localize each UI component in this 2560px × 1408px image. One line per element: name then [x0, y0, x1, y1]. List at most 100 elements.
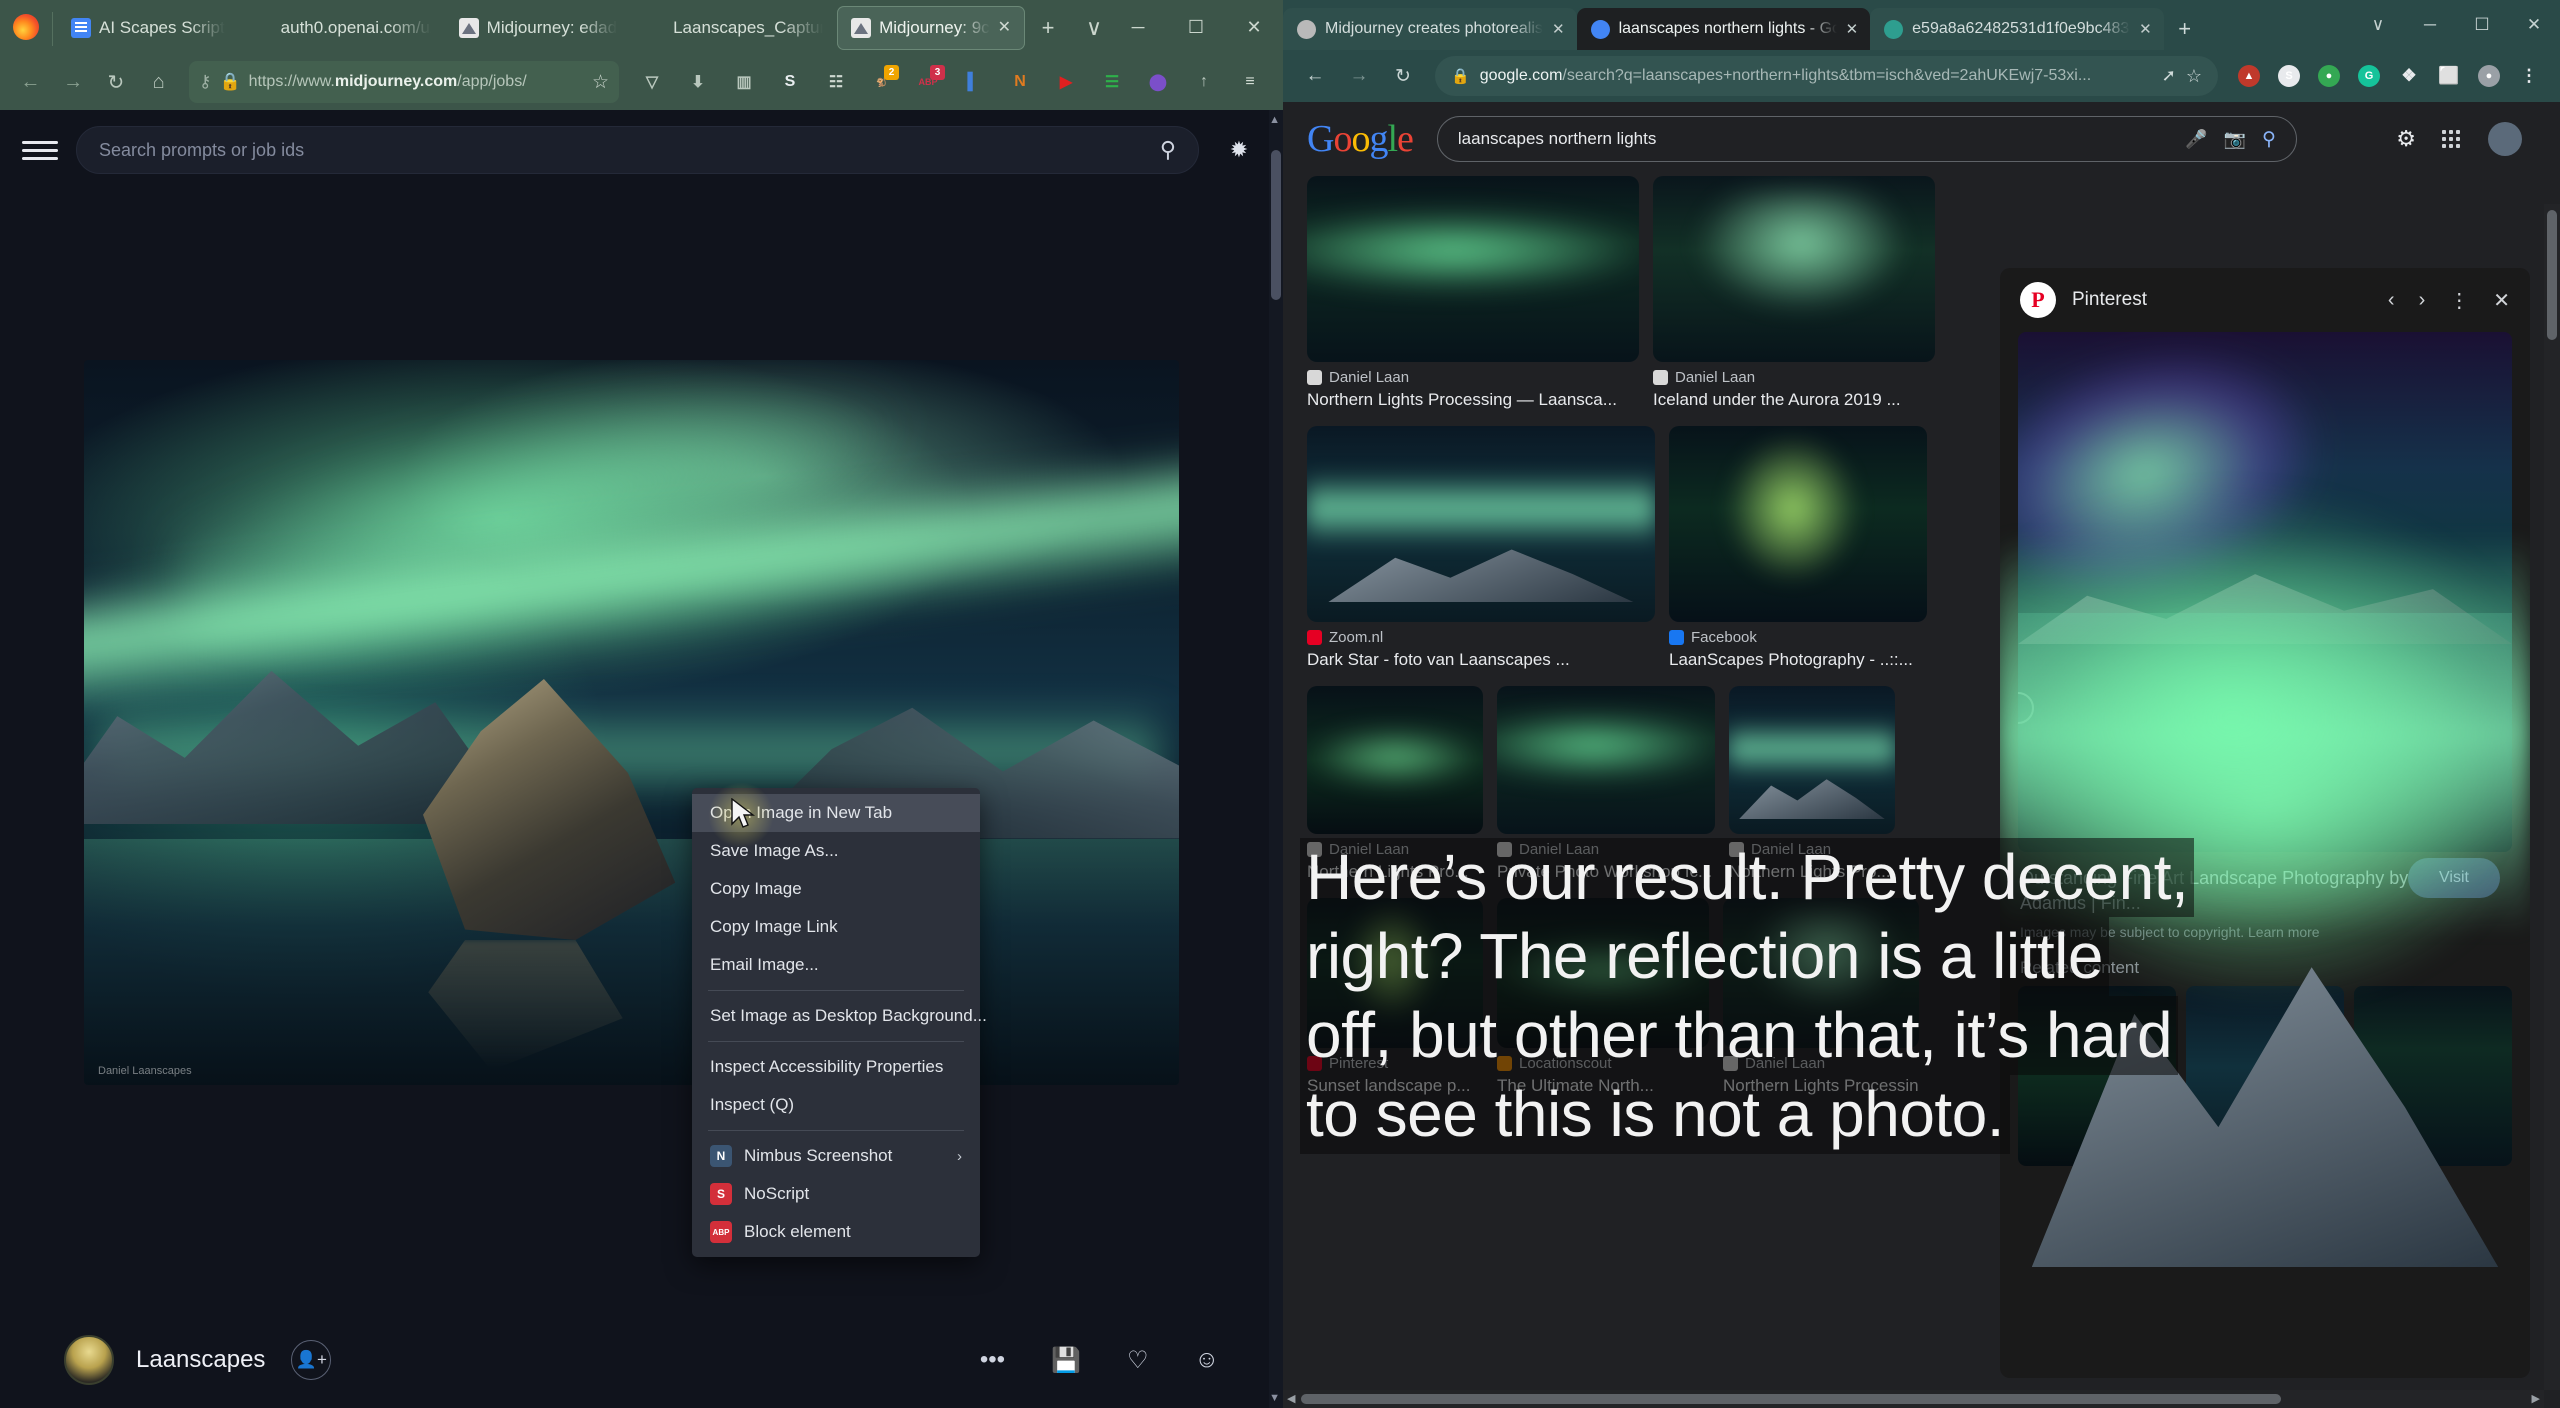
more-options-icon[interactable]: ••• [980, 1346, 1005, 1374]
midjourney-job-image[interactable]: Daniel Laanscapes [84, 360, 1179, 1085]
forward-button[interactable]: → [1339, 56, 1379, 96]
search-input[interactable]: Search prompts or job ids [99, 140, 1150, 161]
context-menu-item[interactable]: Copy Image [692, 870, 980, 908]
image-context-menu[interactable]: Open Image in New Tab Save Image As... Cop… [692, 788, 987, 1257]
google-lens-icon[interactable]: 📷 [2224, 129, 2246, 150]
firefox-tab[interactable]: auth0.openai.com/u/ [239, 6, 445, 50]
firefox-tab[interactable]: Laanscapes_Capture [631, 6, 837, 50]
google-logo[interactable]: Google [1307, 117, 1414, 161]
firefox-close-button[interactable]: ✕ [1225, 0, 1283, 54]
bitwarden-icon[interactable]: ▍ [951, 62, 997, 102]
stylish-icon[interactable]: S [2270, 57, 2308, 95]
result-thumbnail[interactable] [1307, 686, 1483, 834]
vertical-scroll-thumb[interactable] [2547, 210, 2557, 340]
notes-icon[interactable]: ☰ [1089, 62, 1135, 102]
favorite-heart-icon[interactable]: ♡ [1127, 1346, 1149, 1375]
react-emoji-icon[interactable]: ☺ [1194, 1346, 1219, 1374]
next-arrow-icon[interactable]: › [2419, 289, 2426, 312]
search-icon[interactable]: ⚲ [2262, 128, 2276, 151]
prev-arrow-icon[interactable]: ‹ [2388, 289, 2395, 312]
scroll-down-arrow[interactable]: ▼ [1269, 1392, 1280, 1404]
bookmark-star-icon[interactable]: ☆ [2186, 66, 2202, 87]
youtube-icon[interactable]: ▶ [1043, 62, 1089, 102]
context-menu-item[interactable]: Email Image... [692, 946, 980, 984]
add-user-icon[interactable]: 👤+ [291, 1340, 332, 1380]
forward-button[interactable]: → [53, 62, 94, 102]
chrome-tab[interactable]: Midjourney creates photorealisti ✕ [1283, 8, 1577, 50]
context-menu-item[interactable]: Set Image as Desktop Background... [692, 997, 987, 1035]
search-icon[interactable]: ⚲ [1160, 137, 1176, 163]
tampermonkey-icon[interactable]: 🐒 2 [859, 62, 905, 102]
back-button[interactable]: ← [1295, 56, 1335, 96]
back-button[interactable]: ← [10, 62, 51, 102]
close-icon[interactable]: ✕ [998, 20, 1011, 36]
context-menu-item[interactable]: ABP Block element [692, 1213, 980, 1251]
avatar[interactable] [64, 1335, 114, 1385]
firefox-scroll-thumb[interactable] [1271, 150, 1281, 300]
chrome-minimize-button[interactable]: ─ [2404, 0, 2456, 50]
chrome-tab[interactable]: laanscapes northern lights - Goo ✕ [1576, 8, 1871, 50]
result-thumbnail[interactable] [1669, 426, 1927, 622]
context-menu-item[interactable]: Inspect Accessibility Properties [692, 1048, 980, 1086]
downloads-icon[interactable]: ⬇ [675, 62, 721, 102]
avatar[interactable] [2488, 122, 2522, 156]
result-thumbnail[interactable] [1307, 176, 1639, 362]
colorzilla-icon[interactable]: ● [2310, 57, 2348, 95]
chrome-menu-icon[interactable]: ⋮ [2510, 57, 2548, 95]
grammarly-icon[interactable]: G [2350, 57, 2388, 95]
microphone-icon[interactable]: 🎤 [2185, 129, 2207, 150]
sparkle-cursor-icon[interactable]: ✹ [1217, 137, 1261, 163]
reader-icon[interactable]: ▥ [721, 62, 767, 102]
firefox-tab[interactable]: Midjourney: 9c ✕ [837, 6, 1026, 50]
context-menu-item[interactable]: N Nimbus Screenshot › [692, 1137, 980, 1175]
result-thumbnail[interactable] [1497, 686, 1715, 834]
context-menu-item[interactable]: Copy Image Link [692, 908, 980, 946]
firefox-new-tab-button[interactable]: + [1025, 6, 1071, 50]
google-search-box[interactable]: laanscapes northern lights 🎤 📷 ⚲ [1436, 116, 2297, 162]
scroll-up-arrow[interactable]: ▲ [1269, 114, 1280, 126]
stylish-icon[interactable]: S [767, 62, 813, 102]
chrome-vertical-scrollbar[interactable]: ▲ [2544, 204, 2560, 1390]
context-menu-item[interactable]: Inspect (Q) [692, 1086, 980, 1124]
profile-avatar-icon[interactable]: ● [2470, 57, 2508, 95]
close-icon[interactable]: ✕ [2493, 288, 2510, 313]
result-thumbnail[interactable] [1653, 176, 1935, 362]
share-icon[interactable]: ➚ [2162, 66, 2176, 86]
firefox-address-bar[interactable]: ⚷ 🔒 https://www.midjourney.com/app/jobs/… [189, 61, 619, 103]
midjourney-search-bar[interactable]: Search prompts or job ids ⚲ [76, 126, 1199, 174]
bookmark-star-icon[interactable]: ☆ [592, 71, 609, 94]
scroll-left-arrow[interactable]: ◀ [1287, 1392, 1295, 1405]
nimbus-icon[interactable]: ⬤ [1135, 62, 1181, 102]
chrome-close-button[interactable]: ✕ [2508, 0, 2560, 50]
search-input[interactable]: laanscapes northern lights [1458, 129, 2169, 149]
firefox-scrollbar[interactable]: ▲ ▼ [1269, 110, 1283, 1408]
scroll-right-arrow[interactable]: ▶ [2532, 1392, 2540, 1405]
extensions-puzzle-icon[interactable]: ❖ [2390, 57, 2428, 95]
image-result-card[interactable]: Daniel Laan Iceland under the Aurora 2019… [1653, 176, 1935, 410]
close-icon[interactable]: ✕ [1552, 20, 1565, 38]
home-button[interactable]: ⌂ [138, 62, 179, 102]
image-result-card[interactable]: Zoom.nl Dark Star - foto van Laanscapes .… [1307, 426, 1655, 670]
context-menu-item[interactable]: S NoScript [692, 1175, 980, 1213]
horizontal-scroll-thumb[interactable] [1301, 1394, 2281, 1404]
reading-list-icon[interactable]: ⬜ [2430, 57, 2468, 95]
image-result-card[interactable]: Facebook LaanScapes Photography - ..::... [1669, 426, 1927, 670]
apps-grid-icon[interactable] [2442, 130, 2462, 148]
firefox-maximize-button[interactable]: ☐ [1167, 0, 1225, 54]
abp-icon[interactable]: ABP 3 [905, 62, 951, 102]
account-icon[interactable]: ↑ [1181, 62, 1227, 102]
noscript-icon[interactable]: N [997, 62, 1043, 102]
grid-extension-icon[interactable]: ☷ [813, 62, 859, 102]
more-options-icon[interactable]: ⋮ [2449, 288, 2469, 313]
chrome-address-bar[interactable]: 🔒 google.com/search?q=laanscapes+norther… [1435, 56, 2218, 96]
chrome-maximize-button[interactable]: ☐ [2456, 0, 2508, 50]
firefox-tab[interactable]: AI Scapes Script [57, 6, 239, 50]
gear-icon[interactable]: ⚙ [2396, 126, 2416, 152]
reload-button[interactable]: ↻ [1383, 56, 1423, 96]
hamburger-icon[interactable] [22, 140, 58, 160]
pocket-icon[interactable]: ▽ [629, 62, 675, 102]
firefox-tab[interactable]: Midjourney: edad [445, 6, 631, 50]
chrome-tab[interactable]: e59a8a62482531d1f0e9bc483dd ✕ [1870, 8, 2164, 50]
result-thumbnail[interactable] [1729, 686, 1895, 834]
firefox-minimize-button[interactable]: ─ [1109, 0, 1167, 54]
